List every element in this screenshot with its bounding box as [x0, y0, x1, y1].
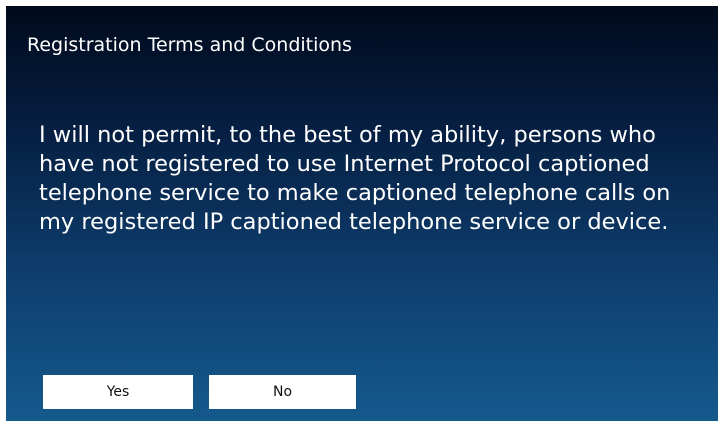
- no-button[interactable]: No: [209, 375, 356, 409]
- dialog-title: Registration Terms and Conditions: [27, 34, 352, 56]
- yes-button[interactable]: Yes: [43, 375, 193, 409]
- terms-message: I will not permit, to the best of my abi…: [39, 122, 671, 235]
- terms-dialog: Registration Terms and Conditions I will…: [6, 6, 718, 421]
